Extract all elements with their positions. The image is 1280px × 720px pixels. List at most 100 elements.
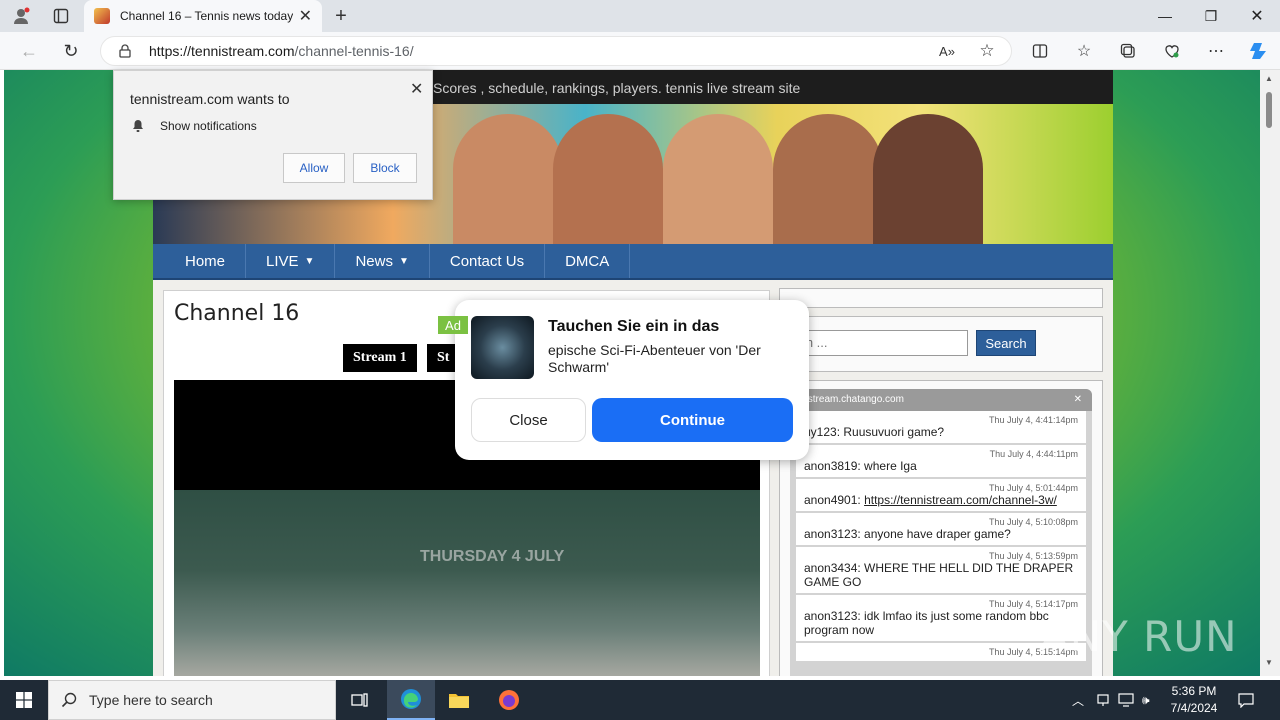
- chat-message: Thu July 4, 5:13:59pm anon3434: WHERE THE…: [796, 547, 1086, 593]
- url-path: /channel-tennis-16/: [294, 43, 414, 59]
- taskbar-search-placeholder: Type here to search: [89, 692, 213, 708]
- main-nav: Home LIVE ▼ News ▼ Contact Us DMCA: [153, 244, 1113, 280]
- close-tab-icon[interactable]: ✕: [299, 6, 312, 26]
- favorites-icon[interactable]: ☆: [1074, 40, 1094, 62]
- back-icon[interactable]: ←: [18, 40, 40, 62]
- edge-taskbar-icon[interactable]: [387, 680, 435, 720]
- address-field[interactable]: https://tennistream.com/channel-tennis-1…: [100, 36, 1012, 66]
- new-tab-icon[interactable]: +: [330, 5, 352, 27]
- network-icon[interactable]: [1096, 680, 1110, 720]
- tab-actions-icon[interactable]: [50, 6, 72, 26]
- tab-title: Channel 16 – Tennis news today,: [120, 9, 293, 23]
- nav-dmca[interactable]: DMCA: [545, 244, 631, 278]
- task-view-icon[interactable]: [336, 680, 384, 720]
- scroll-thumb[interactable]: [1266, 92, 1272, 128]
- search-button[interactable]: Search: [976, 330, 1036, 356]
- chat-message-time: Thu July 4, 5:10:08pm: [988, 517, 1078, 527]
- nav-dmca-label: DMCA: [565, 252, 610, 270]
- chat-message-text: anon4901:: [804, 493, 865, 507]
- banner-player-5: [873, 114, 983, 244]
- chevron-down-icon: ▼: [304, 255, 315, 267]
- close-window-icon[interactable]: ✕: [1234, 0, 1280, 32]
- chat-message-time: Thu July 4, 4:44:11pm: [989, 449, 1078, 459]
- nav-home-label: Home: [185, 252, 226, 270]
- notification-prompt-title: tennistream.com wants to: [130, 91, 290, 107]
- chat-message: Thu July 4, 4:44:11pm anon3819: where Iga: [796, 445, 1086, 477]
- ad-close-button[interactable]: Close: [471, 398, 586, 442]
- url-domain: https://tennistream.com: [149, 43, 295, 59]
- ad-body: epische Sci-Fi-Abenteuer von 'Der Schwar…: [548, 342, 761, 375]
- nav-live-label: LIVE: [266, 252, 299, 270]
- file-explorer-icon[interactable]: [435, 680, 483, 720]
- more-menu-icon[interactable]: ⋯: [1206, 40, 1226, 62]
- browser-essentials-icon[interactable]: [1162, 40, 1182, 62]
- nav-contact-label: Contact Us: [449, 252, 525, 270]
- chat-message-text: anon3819: where Iga: [804, 459, 917, 473]
- restore-icon[interactable]: ❐: [1188, 0, 1234, 32]
- page-title: Channel 16: [174, 301, 300, 326]
- firefox-icon[interactable]: [485, 680, 533, 720]
- search-widget: rch ... Search: [779, 316, 1103, 372]
- taskbar-search-input[interactable]: Type here to search: [48, 680, 336, 720]
- taskbar: Type here to search ︿ 🕪 5:36 PM 7/4/2024: [0, 680, 1280, 720]
- scroll-up-icon[interactable]: ▲: [1265, 74, 1273, 83]
- chat-header-title: nistream.chatango.com: [800, 394, 904, 405]
- show-hidden-icons-icon[interactable]: ︿: [1072, 680, 1084, 720]
- split-screen-icon[interactable]: [1030, 40, 1050, 62]
- chat-message-text: uy123: Ruusuvuori game?: [804, 425, 945, 439]
- chat-message-link[interactable]: https://tennistream.com/channel-3w/: [864, 493, 1057, 507]
- ad-headline: Tauchen Sie ein in das: [548, 318, 720, 335]
- search-input[interactable]: rch ...: [788, 330, 968, 356]
- refresh-icon[interactable]: ↻: [60, 40, 82, 62]
- chat-message-text: anon3123: anyone have draper game?: [804, 527, 1011, 541]
- notification-permission-prompt: tennistream.com wants to ✕ Show notifica…: [113, 70, 433, 200]
- video-frame: THURSDAY 4 JULY: [174, 490, 760, 676]
- favorite-star-icon[interactable]: ☆: [977, 41, 997, 61]
- volume-icon[interactable]: 🕪: [1142, 680, 1150, 720]
- chat-close-icon[interactable]: ✕: [1074, 389, 1082, 411]
- lock-icon[interactable]: [117, 43, 133, 59]
- profile-icon[interactable]: [10, 6, 32, 26]
- ad-thumbnail: [471, 316, 534, 379]
- allow-button[interactable]: Allow: [283, 153, 345, 183]
- address-toolbar: ← ↻ https://tennistream.com/channel-tenn…: [0, 32, 1280, 70]
- banner-player-3: [663, 114, 773, 244]
- nav-news[interactable]: News ▼: [335, 244, 430, 278]
- close-icon[interactable]: ✕: [410, 79, 423, 99]
- banner-player-4: [773, 114, 883, 244]
- video-caption: THURSDAY 4 JULY: [420, 548, 565, 565]
- chat-message-time: Thu July 4, 5:15:14pm: [988, 647, 1078, 657]
- chat-message-time: Thu July 4, 5:13:59pm: [988, 551, 1078, 561]
- tab-strip: Channel 16 – Tennis news today, ✕ + — ❐ …: [0, 0, 1280, 32]
- chat-message-time: Thu July 4, 5:01:44pm: [988, 483, 1078, 493]
- page-scrollbar[interactable]: ▲ ▼: [1260, 70, 1280, 676]
- ad-continue-button[interactable]: Continue: [592, 398, 793, 442]
- nav-contact[interactable]: Contact Us: [430, 244, 546, 278]
- block-button[interactable]: Block: [353, 153, 417, 183]
- taskbar-clock[interactable]: 5:36 PM 7/4/2024: [1158, 683, 1230, 717]
- ad-popup: Ad Tauchen Sie ein in das epische Sci-Fi…: [438, 300, 809, 460]
- minimize-icon[interactable]: —: [1142, 0, 1188, 32]
- notification-prompt-desc: Show notifications: [160, 119, 257, 133]
- site-favicon-icon: [94, 8, 110, 24]
- chat-message: Thu July 4, 5:10:08pm anon3123: anyone ha…: [796, 513, 1086, 545]
- stream-1-button[interactable]: Stream 1: [343, 344, 417, 372]
- chat-message-time: Thu July 4, 5:14:17pm: [988, 599, 1078, 609]
- chat-message-time: Thu July 4, 4:41:14pm: [988, 415, 1078, 425]
- nav-news-label: News: [355, 252, 393, 270]
- display-icon[interactable]: [1118, 680, 1134, 720]
- read-aloud-icon[interactable]: A»: [937, 41, 957, 61]
- windows-start-icon[interactable]: [0, 680, 48, 720]
- nav-home[interactable]: Home: [165, 244, 247, 278]
- collections-icon[interactable]: [1118, 40, 1138, 62]
- chat-header: nistream.chatango.com ✕: [790, 389, 1092, 411]
- search-icon: [61, 692, 77, 708]
- nav-live[interactable]: LIVE ▼: [246, 244, 336, 278]
- chevron-down-icon: ▼: [398, 255, 409, 267]
- clock-date: 7/4/2024: [1170, 701, 1218, 715]
- bell-icon: [133, 120, 143, 132]
- notification-center-icon[interactable]: [1238, 680, 1254, 720]
- active-tab[interactable]: Channel 16 – Tennis news today, ✕: [84, 0, 322, 32]
- copilot-icon[interactable]: [1246, 40, 1270, 62]
- scroll-down-icon[interactable]: ▼: [1265, 658, 1273, 667]
